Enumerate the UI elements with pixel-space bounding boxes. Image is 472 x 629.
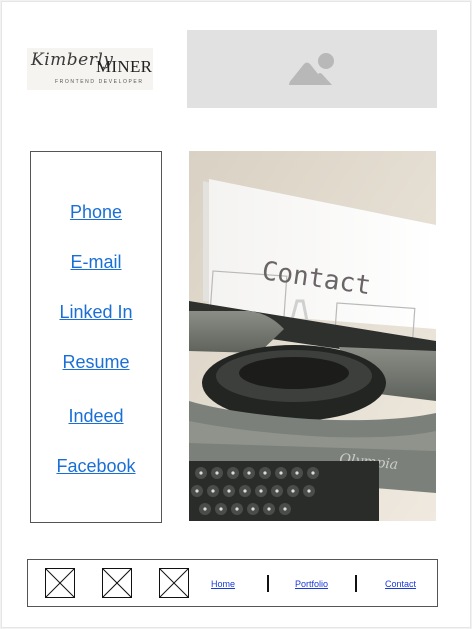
social-icon-placeholder xyxy=(159,568,189,598)
linkedin-link[interactable]: Linked In xyxy=(31,302,161,323)
logo-surname: MINER xyxy=(96,57,153,76)
phone-link[interactable]: Phone xyxy=(31,202,161,223)
footer-divider xyxy=(355,575,357,592)
logo-tagline: FRONTEND DEVELOPER xyxy=(55,79,144,85)
site-footer: Home Portfolio Contact xyxy=(27,559,438,607)
typewriter-photo: Contact Olympia xyxy=(189,151,436,521)
facebook-link[interactable]: Facebook xyxy=(31,456,161,477)
contact-links-panel: Phone E-mail Linked In Resume Indeed Fac… xyxy=(30,151,162,523)
social-icon-placeholder-1[interactable] xyxy=(45,568,75,598)
footer-nav-home[interactable]: Home xyxy=(211,579,235,589)
page: Kimberly MINER FRONTEND DEVELOPER Phone … xyxy=(2,2,470,627)
social-icon-placeholder xyxy=(102,568,132,598)
resume-link[interactable]: Resume xyxy=(31,352,161,373)
email-link[interactable]: E-mail xyxy=(31,252,161,273)
header-image-placeholder xyxy=(187,30,437,108)
footer-nav-contact[interactable]: Contact xyxy=(385,579,416,589)
footer-divider xyxy=(267,575,269,592)
site-logo[interactable]: Kimberly MINER FRONTEND DEVELOPER xyxy=(27,48,153,90)
footer-nav-portfolio[interactable]: Portfolio xyxy=(295,579,328,589)
social-icon-placeholder-2[interactable] xyxy=(102,568,132,598)
social-icon-placeholder xyxy=(45,568,75,598)
image-placeholder-icon xyxy=(289,53,334,85)
social-icon-placeholder-3[interactable] xyxy=(159,568,189,598)
indeed-link[interactable]: Indeed xyxy=(31,406,161,427)
